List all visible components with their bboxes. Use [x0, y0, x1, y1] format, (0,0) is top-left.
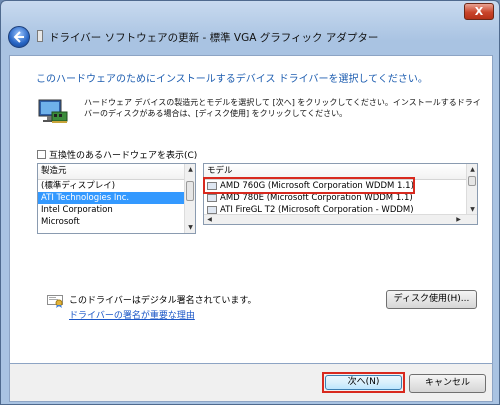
manufacturer-list[interactable]: 製造元 (標準ディスプレイ) ATI Technologies Inc. Int… [37, 163, 196, 234]
model-horizontal-scrollbar[interactable]: ◀ ▶ [204, 214, 477, 224]
signature-link[interactable]: ドライバーの署名が重要な理由 [69, 308, 195, 321]
dialog-window: X ドライバー ソフトウェアの更新 - 標準 VGA グラフィック アダプター … [0, 0, 500, 405]
checkbox-box[interactable] [37, 150, 46, 159]
hardware-icon [38, 99, 68, 123]
model-list[interactable]: モデル AMD 760G (Microsoft Corporation WDDM… [203, 163, 478, 225]
back-button[interactable] [8, 26, 30, 48]
scroll-down-icon[interactable]: ▼ [468, 205, 477, 214]
scroll-down-icon[interactable]: ▼ [186, 223, 195, 232]
list-item[interactable]: Microsoft [38, 216, 195, 228]
scroll-up-icon[interactable]: ▲ [468, 165, 477, 174]
window-title: ドライバー ソフトウェアの更新 - 標準 VGA グラフィック アダプター [49, 32, 379, 44]
signature-status: このドライバーはデジタル署名されています。 [69, 296, 257, 306]
compatible-hardware-checkbox[interactable]: 互換性のあるハードウェアを表示(C) [37, 148, 197, 161]
driver-file-icon [207, 206, 217, 214]
scroll-thumb[interactable] [186, 181, 194, 201]
next-button[interactable]: 次へ(N) [325, 375, 402, 390]
list-item[interactable]: Intel Corporation [38, 204, 195, 216]
driver-file-icon [207, 194, 217, 202]
model-vertical-scrollbar[interactable]: ▲ ▼ [466, 164, 477, 215]
list-item[interactable]: (標準ディスプレイ) [38, 180, 195, 192]
manufacturer-scrollbar[interactable]: ▲ ▼ [184, 164, 195, 233]
close-button[interactable]: X [464, 3, 494, 20]
signed-driver-icon [47, 295, 63, 308]
scroll-thumb[interactable] [468, 176, 476, 186]
manufacturer-header: 製造元 [38, 164, 195, 180]
scroll-right-icon[interactable]: ▶ [454, 215, 463, 224]
list-item[interactable]: ATI Technologies Inc. [38, 192, 195, 204]
checkbox-label: 互換性のあるハードウェアを表示(C) [49, 151, 198, 161]
cancel-button[interactable]: キャンセル [409, 374, 486, 393]
instruction-text: ハードウェア デバイスの製造元とモデルを選択して [次へ] をクリックしてくださ… [84, 98, 481, 118]
scroll-up-icon[interactable]: ▲ [186, 165, 195, 174]
annotation-highlight [203, 177, 415, 194]
driver-icon [37, 30, 43, 42]
back-arrow-icon [13, 31, 24, 43]
scroll-left-icon[interactable]: ◀ [205, 215, 214, 224]
page-heading: このハードウェアのためにインストールするデバイス ドライバーを選択してください。 [36, 74, 428, 85]
content-panel: このハードウェアのためにインストールするデバイス ドライバーを選択してください。… [9, 55, 493, 364]
have-disk-button[interactable]: ディスク使用(H)... [386, 290, 477, 309]
